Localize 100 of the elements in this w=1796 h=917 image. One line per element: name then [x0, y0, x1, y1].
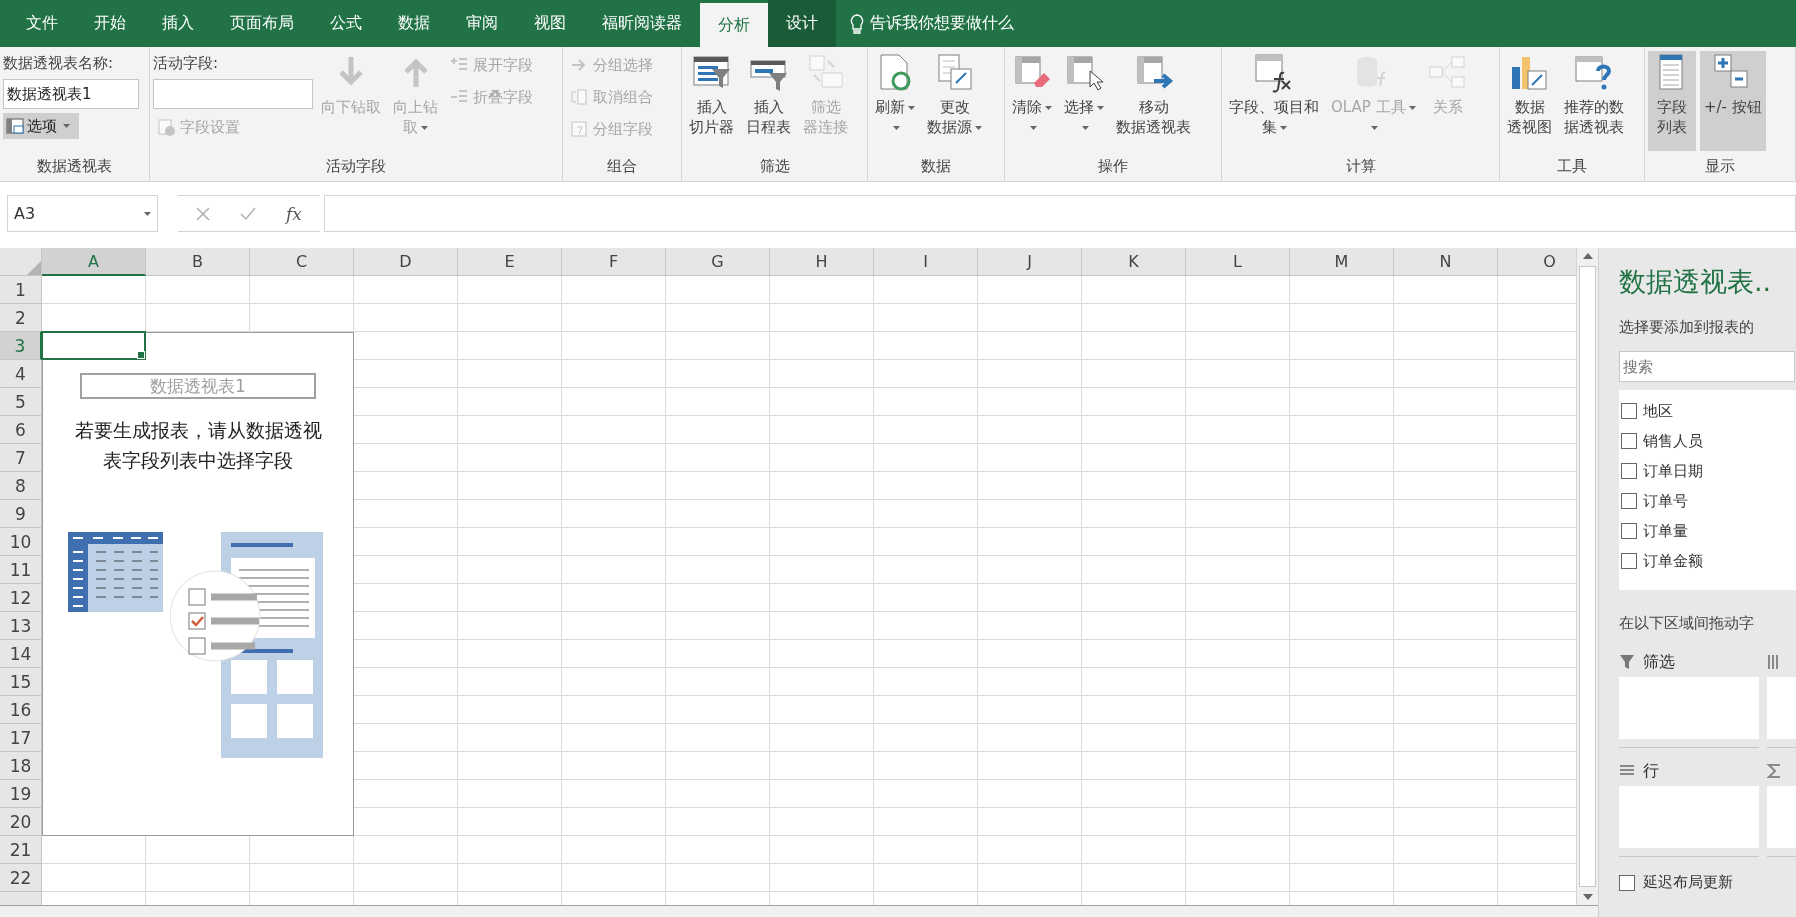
- row-header[interactable]: 7: [0, 444, 42, 472]
- caret-icon: [1082, 125, 1089, 130]
- search-field[interactable]: 搜索: [1619, 351, 1795, 382]
- formula-input[interactable]: [323, 195, 1796, 232]
- checkbox[interactable]: [1621, 493, 1637, 509]
- field-name[interactable]: 地区: [1643, 401, 1673, 421]
- ribbon-tab[interactable]: 页面布局: [212, 0, 312, 47]
- input-field[interactable]: [153, 79, 313, 109]
- row-header[interactable]: 18: [0, 752, 42, 780]
- ribbon-button[interactable]: 插入 日程表: [742, 51, 795, 151]
- column-header[interactable]: O: [1498, 248, 1576, 276]
- row-header[interactable]: 15: [0, 668, 42, 696]
- column-header[interactable]: A: [42, 248, 146, 276]
- row-header[interactable]: 22: [0, 864, 42, 892]
- ribbon-tab[interactable]: 文件: [8, 0, 76, 47]
- ribbon-tab[interactable]: 审阅: [448, 0, 516, 47]
- checkbox[interactable]: [1621, 433, 1637, 449]
- row-header[interactable]: 10: [0, 528, 42, 556]
- column-header[interactable]: N: [1394, 248, 1498, 276]
- group-field-icon: [570, 120, 588, 138]
- scroll-up-icon[interactable]: [1582, 253, 1593, 259]
- scroll-down-icon[interactable]: [1582, 894, 1593, 900]
- field-name[interactable]: 订单量: [1643, 521, 1688, 541]
- group-label: 操作: [1097, 156, 1129, 177]
- sheet-tab-bar[interactable]: [0, 905, 1598, 917]
- ribbon-tab[interactable]: 分析: [700, 3, 768, 47]
- ribbon-button[interactable]: 插入 切片器: [685, 51, 738, 151]
- options-button[interactable]: 选项: [3, 113, 79, 139]
- row-header[interactable]: 6: [0, 416, 42, 444]
- caret-icon: [893, 125, 900, 130]
- defer-update-label[interactable]: 延迟布局更新: [1643, 873, 1733, 892]
- check-icon[interactable]: [240, 206, 256, 221]
- row-header[interactable]: 9: [0, 500, 42, 528]
- field-name[interactable]: 订单金额: [1643, 551, 1703, 571]
- field-name[interactable]: 订单日期: [1643, 461, 1703, 481]
- vertical-scrollbar[interactable]: [1576, 248, 1598, 905]
- row-header[interactable]: 20: [0, 808, 42, 836]
- ribbon-button[interactable]: 清除: [1008, 51, 1056, 151]
- row-header[interactable]: 5: [0, 388, 42, 416]
- ribbon-tab[interactable]: 福昕阅读器: [584, 0, 700, 47]
- selected-cell[interactable]: [41, 331, 146, 360]
- checkbox[interactable]: [1621, 523, 1637, 539]
- caret-icon: [1045, 105, 1052, 110]
- ribbon-button[interactable]: +/- 按钮: [1700, 51, 1766, 151]
- row-header[interactable]: 1: [0, 276, 42, 304]
- row-header[interactable]: 11: [0, 556, 42, 584]
- tell-me-field[interactable]: 告诉我你想要做什么: [870, 13, 1014, 34]
- ribbon-tab[interactable]: 公式: [312, 0, 380, 47]
- ribbon-button[interactable]: 移动 数据透视表: [1112, 51, 1195, 151]
- column-header[interactable]: I: [874, 248, 978, 276]
- row-header[interactable]: 4: [0, 360, 42, 388]
- column-header[interactable]: G: [666, 248, 770, 276]
- ribbon-tab[interactable]: 视图: [516, 0, 584, 47]
- ribbon-tab[interactable]: 开始: [76, 0, 144, 47]
- checkbox[interactable]: [1621, 403, 1637, 419]
- ribbon-button[interactable]: 刷新: [871, 51, 919, 151]
- name-box[interactable]: A3: [7, 195, 158, 232]
- row-header[interactable]: 16: [0, 696, 42, 724]
- ribbon-button[interactable]: 推荐的数 据透视表: [1560, 51, 1628, 151]
- filter-icon: [1619, 654, 1635, 670]
- row-header[interactable]: 3: [0, 332, 42, 360]
- input-field[interactable]: 数据透视表1: [3, 79, 139, 109]
- group-label: 数据: [920, 156, 952, 177]
- row-header[interactable]: 14: [0, 640, 42, 668]
- row-header[interactable]: 2: [0, 304, 42, 332]
- panel-title: 数据透视表..: [1619, 265, 1773, 299]
- checkbox[interactable]: [1621, 553, 1637, 569]
- insert-function-button[interactable]: fx: [286, 203, 302, 224]
- column-header[interactable]: D: [354, 248, 458, 276]
- caret-icon: [1097, 105, 1104, 110]
- cancel-icon[interactable]: [196, 206, 210, 221]
- row-header[interactable]: 19: [0, 780, 42, 808]
- column-header[interactable]: B: [146, 248, 250, 276]
- column-header[interactable]: C: [250, 248, 354, 276]
- column-header[interactable]: F: [562, 248, 666, 276]
- ribbon-button[interactable]: 字段、项目和 集: [1225, 51, 1323, 151]
- column-header[interactable]: E: [458, 248, 562, 276]
- caret-icon: [63, 124, 70, 128]
- checkbox[interactable]: [1619, 874, 1635, 891]
- ribbon-tab[interactable]: 设计: [768, 0, 836, 47]
- ribbon-button[interactable]: 更改 数据源: [923, 51, 986, 151]
- column-header[interactable]: K: [1082, 248, 1186, 276]
- ribbon-tab[interactable]: 插入: [144, 0, 212, 47]
- column-header[interactable]: H: [770, 248, 874, 276]
- ribbon-tab[interactable]: 数据: [380, 0, 448, 47]
- row-header[interactable]: 12: [0, 584, 42, 612]
- row-header[interactable]: 17: [0, 724, 42, 752]
- ribbon-button[interactable]: 选择: [1060, 51, 1108, 151]
- column-header[interactable]: M: [1290, 248, 1394, 276]
- field-name[interactable]: 订单号: [1643, 491, 1688, 511]
- column-header[interactable]: J: [978, 248, 1082, 276]
- rows-icon: [1619, 764, 1635, 778]
- row-header[interactable]: 21: [0, 836, 42, 864]
- checkbox[interactable]: [1621, 463, 1637, 479]
- field-name[interactable]: 销售人员: [1643, 431, 1703, 451]
- column-header[interactable]: L: [1186, 248, 1290, 276]
- ribbon-button[interactable]: 字段 列表: [1648, 51, 1696, 151]
- row-header[interactable]: 8: [0, 472, 42, 500]
- ribbon-button[interactable]: 数据 透视图: [1503, 51, 1556, 151]
- row-header[interactable]: 13: [0, 612, 42, 640]
